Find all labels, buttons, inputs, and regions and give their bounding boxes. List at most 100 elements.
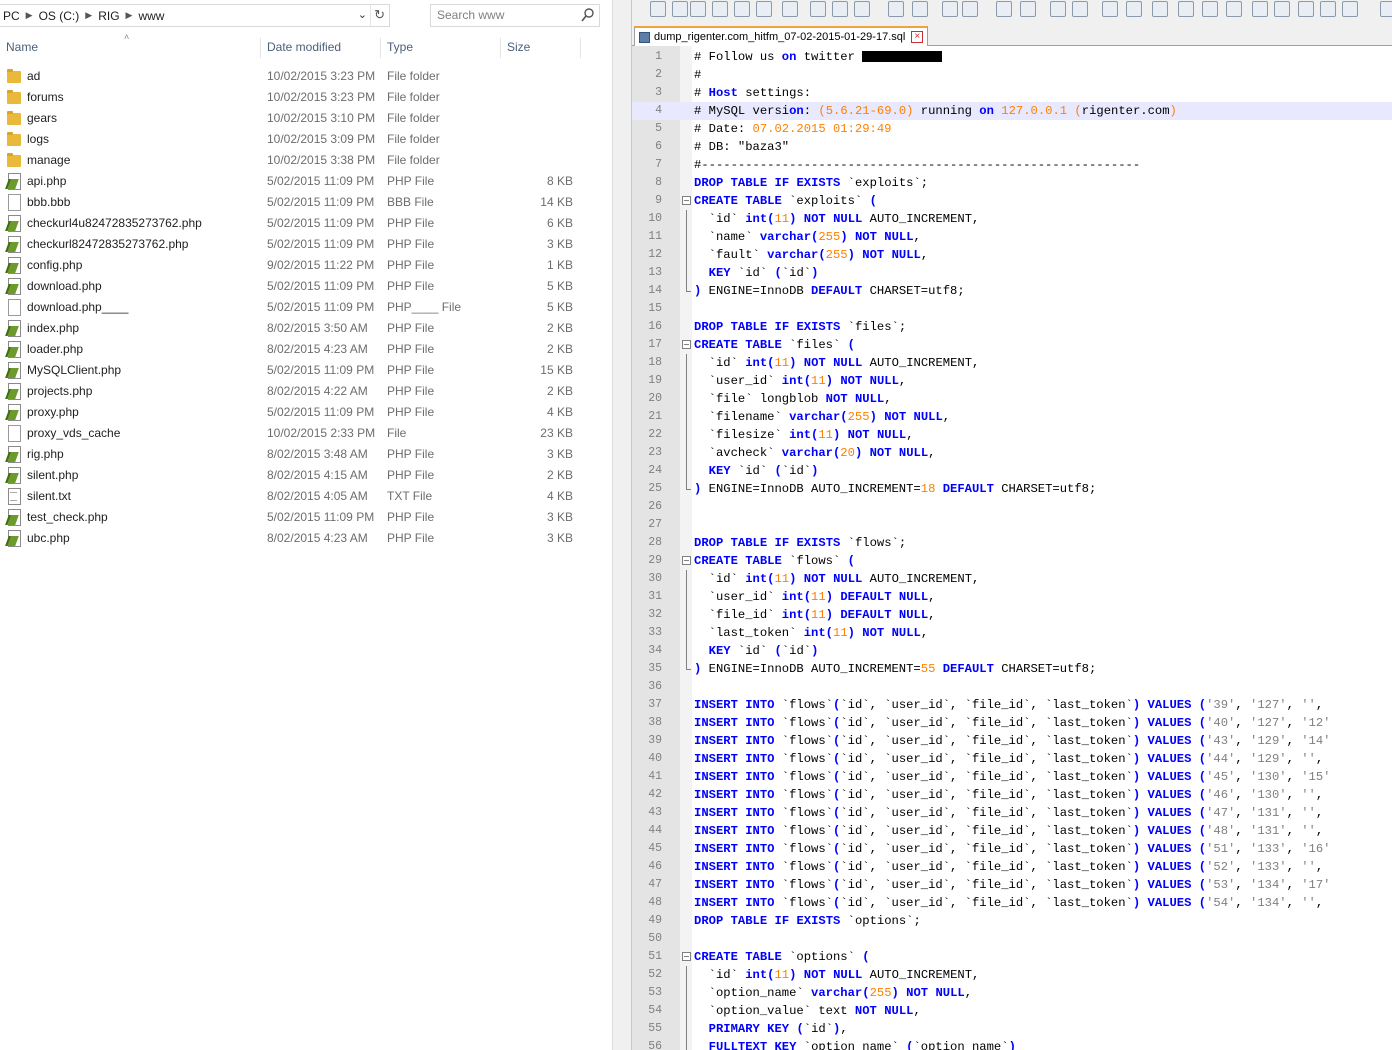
file-row[interactable]: test_check.php 5/02/2015 11:09 PM PHP File… [0,507,600,528]
code-line[interactable]: 22 `filesize` int(11) NOT NULL, [632,426,1392,444]
code-line[interactable]: 19 `user_id` int(11) NOT NULL, [632,372,1392,390]
breadcrumb-rig[interactable]: RIG [95,9,122,23]
chevron-right-icon[interactable]: ▶ [82,10,95,21]
file-row[interactable]: manage 10/02/2015 3:38 PM File folder [0,150,600,171]
file-row[interactable]: api.php 5/02/2015 11:09 PM PHP File 8 KB [0,171,600,192]
fold-collapse-icon[interactable] [682,556,691,565]
record-macro-icon[interactable] [1252,1,1268,17]
code-line[interactable]: 20 `file` longblob NOT NULL, [632,390,1392,408]
sync-vertical-icon[interactable] [1050,1,1066,17]
code-line[interactable]: 54 `option_value` text NOT NULL, [632,1002,1392,1020]
close-all-icon[interactable] [756,1,772,17]
save-all-icon[interactable] [712,1,728,17]
window-splitter[interactable] [612,0,632,1050]
code-line[interactable]: 40 INSERT INTO `flows`(`id`, `user_id`, `… [632,750,1392,768]
replace-icon[interactable] [962,1,978,17]
code-line[interactable]: 29 CREATE TABLE `flows` ( [632,552,1392,570]
file-row[interactable]: checkurl4u82472835273762.php 5/02/2015 11… [0,213,600,234]
code-line[interactable]: 44 INSERT INTO `flows`(`id`, `user_id`, `… [632,822,1392,840]
chevron-right-icon[interactable]: ▶ [23,10,36,21]
copy-icon[interactable] [832,1,848,17]
file-row[interactable]: download.php 5/02/2015 11:09 PM PHP File 5 … [0,276,600,297]
file-row[interactable]: proxy_vds_cache 10/02/2015 2:33 PM File 23 … [0,423,600,444]
file-row[interactable]: silent.txt 8/02/2015 4:05 AM TXT File 4 KB [0,486,600,507]
play-macro-icon[interactable] [1298,1,1314,17]
code-line[interactable]: 49 DROP TABLE IF EXISTS `options`; [632,912,1392,930]
file-row[interactable]: checkurl82472835273762.php 5/02/2015 11:0… [0,234,600,255]
code-line[interactable]: 3 # Host settings: [632,84,1392,102]
code-line[interactable]: 25) ENGINE=InnoDB AUTO_INCREMENT=18 DEFA… [632,480,1392,498]
file-row[interactable]: MySQLClient.php 5/02/2015 11:09 PM PHP Fil… [0,360,600,381]
code-line[interactable]: 37 INSERT INTO `flows`(`id`, `user_id`, `… [632,696,1392,714]
file-row[interactable]: forums 10/02/2015 3:23 PM File folder [0,87,600,108]
code-line[interactable]: 45 INSERT INTO `flows`(`id`, `user_id`, `… [632,840,1392,858]
code-area[interactable]: 1 # Follow us on twitter 2 #3 # Host settin… [632,48,1392,1050]
code-line[interactable]: 32 `file_id` int(11) DEFAULT NULL, [632,606,1392,624]
code-line[interactable]: 42 INSERT INTO `flows`(`id`, `user_id`, `… [632,786,1392,804]
close-icon[interactable] [734,1,750,17]
fold-collapse-icon[interactable] [682,196,691,205]
code-line[interactable]: 16 DROP TABLE IF EXISTS `files`; [632,318,1392,336]
code-line[interactable]: 55 PRIMARY KEY (`id`), [632,1020,1392,1038]
code-line[interactable]: 31 `user_id` int(11) DEFAULT NULL, [632,588,1392,606]
redo-icon[interactable] [912,1,928,17]
doc-map-icon[interactable] [1202,1,1218,17]
spellcheck-icon[interactable] [1380,1,1392,17]
code-line[interactable]: 9 CREATE TABLE `exploits` ( [632,192,1392,210]
file-row[interactable]: projects.php 8/02/2015 4:22 AM PHP File 2 K… [0,381,600,402]
column-header-date[interactable]: Date modified [267,40,341,54]
code-line[interactable]: 41 INSERT INTO `flows`(`id`, `user_id`, `… [632,768,1392,786]
code-line[interactable]: 50 [632,930,1392,948]
code-line[interactable]: 11 `name` varchar(255) NOT NULL, [632,228,1392,246]
code-line[interactable]: 13 KEY `id` (`id`) [632,264,1392,282]
code-line[interactable]: 10 `id` int(11) NOT NULL AUTO_INCREMENT, [632,210,1392,228]
code-line[interactable]: 6 # DB: "baza3" [632,138,1392,156]
code-line[interactable]: 2 # [632,66,1392,84]
code-line[interactable]: 34 KEY `id` (`id`) [632,642,1392,660]
code-line[interactable]: 47 INSERT INTO `flows`(`id`, `user_id`, `… [632,876,1392,894]
cut-icon[interactable] [810,1,826,17]
undo-icon[interactable] [888,1,904,17]
search-input[interactable] [437,8,577,22]
file-row[interactable]: ubc.php 8/02/2015 4:23 AM PHP File 3 KB [0,528,600,549]
find-icon[interactable] [942,1,958,17]
code-line[interactable]: 30 `id` int(11) NOT NULL AUTO_INCREMENT, [632,570,1392,588]
code-line[interactable]: 28 DROP TABLE IF EXISTS `flows`; [632,534,1392,552]
column-header-name[interactable]: Name [6,40,38,54]
word-wrap-icon[interactable] [1102,1,1118,17]
file-row[interactable]: proxy.php 5/02/2015 11:09 PM PHP File 4 KB [0,402,600,423]
close-icon[interactable]: × [911,31,924,43]
code-line[interactable]: 33 `last_token` int(11) NOT NULL, [632,624,1392,642]
open-file-icon[interactable] [672,1,688,17]
breadcrumb-drive[interactable]: OS (C:) [36,9,83,23]
show-all-chars-icon[interactable] [1126,1,1142,17]
code-line[interactable]: 7 #--------------------------------------… [632,156,1392,174]
code-line[interactable]: 21 `filename` varchar(255) NOT NULL, [632,408,1392,426]
file-row[interactable]: config.php 9/02/2015 11:22 PM PHP File 1 KB [0,255,600,276]
code-line[interactable]: 23 `avcheck` varchar(20) NOT NULL, [632,444,1392,462]
column-divider[interactable] [380,38,381,58]
file-row[interactable]: bbb.bbb 5/02/2015 11:09 PM BBB File 14 KB [0,192,600,213]
code-line[interactable]: 15 [632,300,1392,318]
file-row[interactable]: silent.php 8/02/2015 4:15 AM PHP File 2 KB [0,465,600,486]
code-line[interactable]: 26 [632,498,1392,516]
code-line[interactable]: 1 # Follow us on twitter [632,48,1392,66]
column-divider[interactable] [500,38,501,58]
paste-icon[interactable] [854,1,870,17]
code-line[interactable]: 36 [632,678,1392,696]
code-line[interactable]: 35) ENGINE=InnoDB AUTO_INCREMENT=55 DEFA… [632,660,1392,678]
file-row[interactable]: ad 10/02/2015 3:23 PM File folder [0,66,600,87]
file-row[interactable]: index.php 8/02/2015 3:50 AM PHP File 2 KB [0,318,600,339]
code-line[interactable]: 46 INSERT INTO `flows`(`id`, `user_id`, `… [632,858,1392,876]
code-line[interactable]: 14) ENGINE=InnoDB DEFAULT CHARSET=utf8; [632,282,1392,300]
search-box[interactable] [430,4,600,27]
code-line[interactable]: 5 # Date: 07.02.2015 01:29:49 [632,120,1392,138]
code-line[interactable]: 56 FULLTEXT KEY `option_name` (`option_n… [632,1038,1392,1050]
file-row[interactable]: gears 10/02/2015 3:10 PM File folder [0,108,600,129]
fold-collapse-icon[interactable] [682,340,691,349]
column-divider[interactable] [580,38,581,58]
code-line[interactable]: 51 CREATE TABLE `options` ( [632,948,1392,966]
code-line[interactable]: 48 INSERT INTO `flows`(`id`, `user_id`, `… [632,894,1392,912]
breadcrumb-www[interactable]: www [135,9,167,23]
code-line[interactable]: 38 INSERT INTO `flows`(`id`, `user_id`, `… [632,714,1392,732]
